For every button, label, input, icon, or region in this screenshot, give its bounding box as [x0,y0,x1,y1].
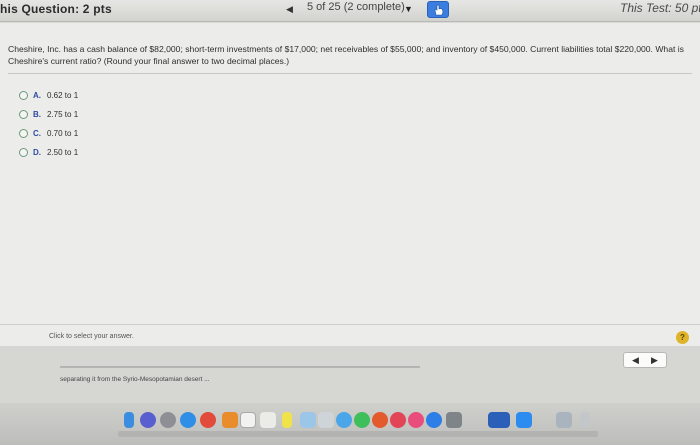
top-toolbar: his Question: 2 pts ◀ 5 of 25 (2 complet… [0,0,700,22]
option-letter: A. [33,91,41,100]
photos-icon[interactable] [318,412,334,428]
question-navigation: ◀ ▶ [623,352,667,368]
answer-option-c[interactable]: C. 0.70 to 1 [19,124,78,143]
app-store-icon[interactable] [426,412,442,428]
launchpad-icon[interactable] [160,412,176,428]
downloads-icon[interactable] [556,412,572,428]
option-letter: B. [33,110,41,119]
news-icon[interactable] [390,412,406,428]
preview-icon[interactable] [300,412,316,428]
chevron-down-icon[interactable]: ▼ [404,4,413,14]
option-letter: D. [33,148,41,157]
chrome-icon[interactable] [200,412,216,428]
option-text: 0.62 to 1 [47,91,79,100]
hand-pointer-icon [434,4,444,16]
music-icon[interactable] [408,412,424,428]
passage-line: separating it from the Syrio-Mesopotamia… [60,376,210,383]
option-text: 0.70 to 1 [47,129,79,138]
option-text: 2.50 to 1 [47,148,79,157]
divider [8,73,692,74]
radio-button[interactable] [19,129,28,138]
stickies-icon[interactable] [282,412,292,428]
facetime-icon[interactable] [372,412,388,428]
reminders-icon[interactable] [260,412,276,428]
question-circle-icon[interactable]: ? [676,331,689,344]
radio-button[interactable] [19,148,28,157]
radio-button[interactable] [19,110,28,119]
option-text: 2.75 to 1 [47,110,79,119]
option-letter: C. [33,129,41,138]
messages-icon[interactable] [354,412,370,428]
maps-icon[interactable] [336,412,352,428]
dock-shelf [118,431,598,437]
trash-icon[interactable] [580,412,590,428]
radio-button[interactable] [19,91,28,100]
select-answer-hint: Click to select your answer. [49,333,134,340]
question-progress[interactable]: 5 of 25 (2 complete) [307,1,405,13]
next-question-button[interactable]: ▶ [651,355,658,366]
question-footer: Click to select your answer. ? [0,324,700,346]
answer-option-d[interactable]: D. 2.50 to 1 [19,143,78,162]
answer-option-b[interactable]: B. 2.75 to 1 [19,105,78,124]
answer-options: A. 0.62 to 1 B. 2.75 to 1 C. 0.70 to 1 D… [19,86,78,162]
finder-icon[interactable] [124,412,134,428]
question-points: his Question: 2 pts [0,2,112,16]
safari-icon[interactable] [180,412,196,428]
question-text: Cheshire, Inc. has a cash balance of $82… [8,44,684,66]
hand-pointer-button[interactable] [427,1,449,18]
siri-icon[interactable] [140,412,156,428]
calendar-icon[interactable] [240,412,256,428]
notes-icon[interactable] [222,412,238,428]
zoom-icon[interactable] [516,412,532,428]
answer-option-a[interactable]: A. 0.62 to 1 [19,86,78,105]
word-icon[interactable] [488,412,510,428]
prev-question-icon[interactable]: ◀ [286,4,293,15]
previous-question-button[interactable]: ◀ [632,355,639,366]
background-page: ◀ ▶ separating it from the Syrio-Mesopot… [0,346,700,404]
app-dock [0,403,700,445]
test-points: This Test: 50 pts po [620,1,700,15]
obscured-text-line [60,364,420,369]
system-preferences-icon[interactable] [446,412,462,428]
